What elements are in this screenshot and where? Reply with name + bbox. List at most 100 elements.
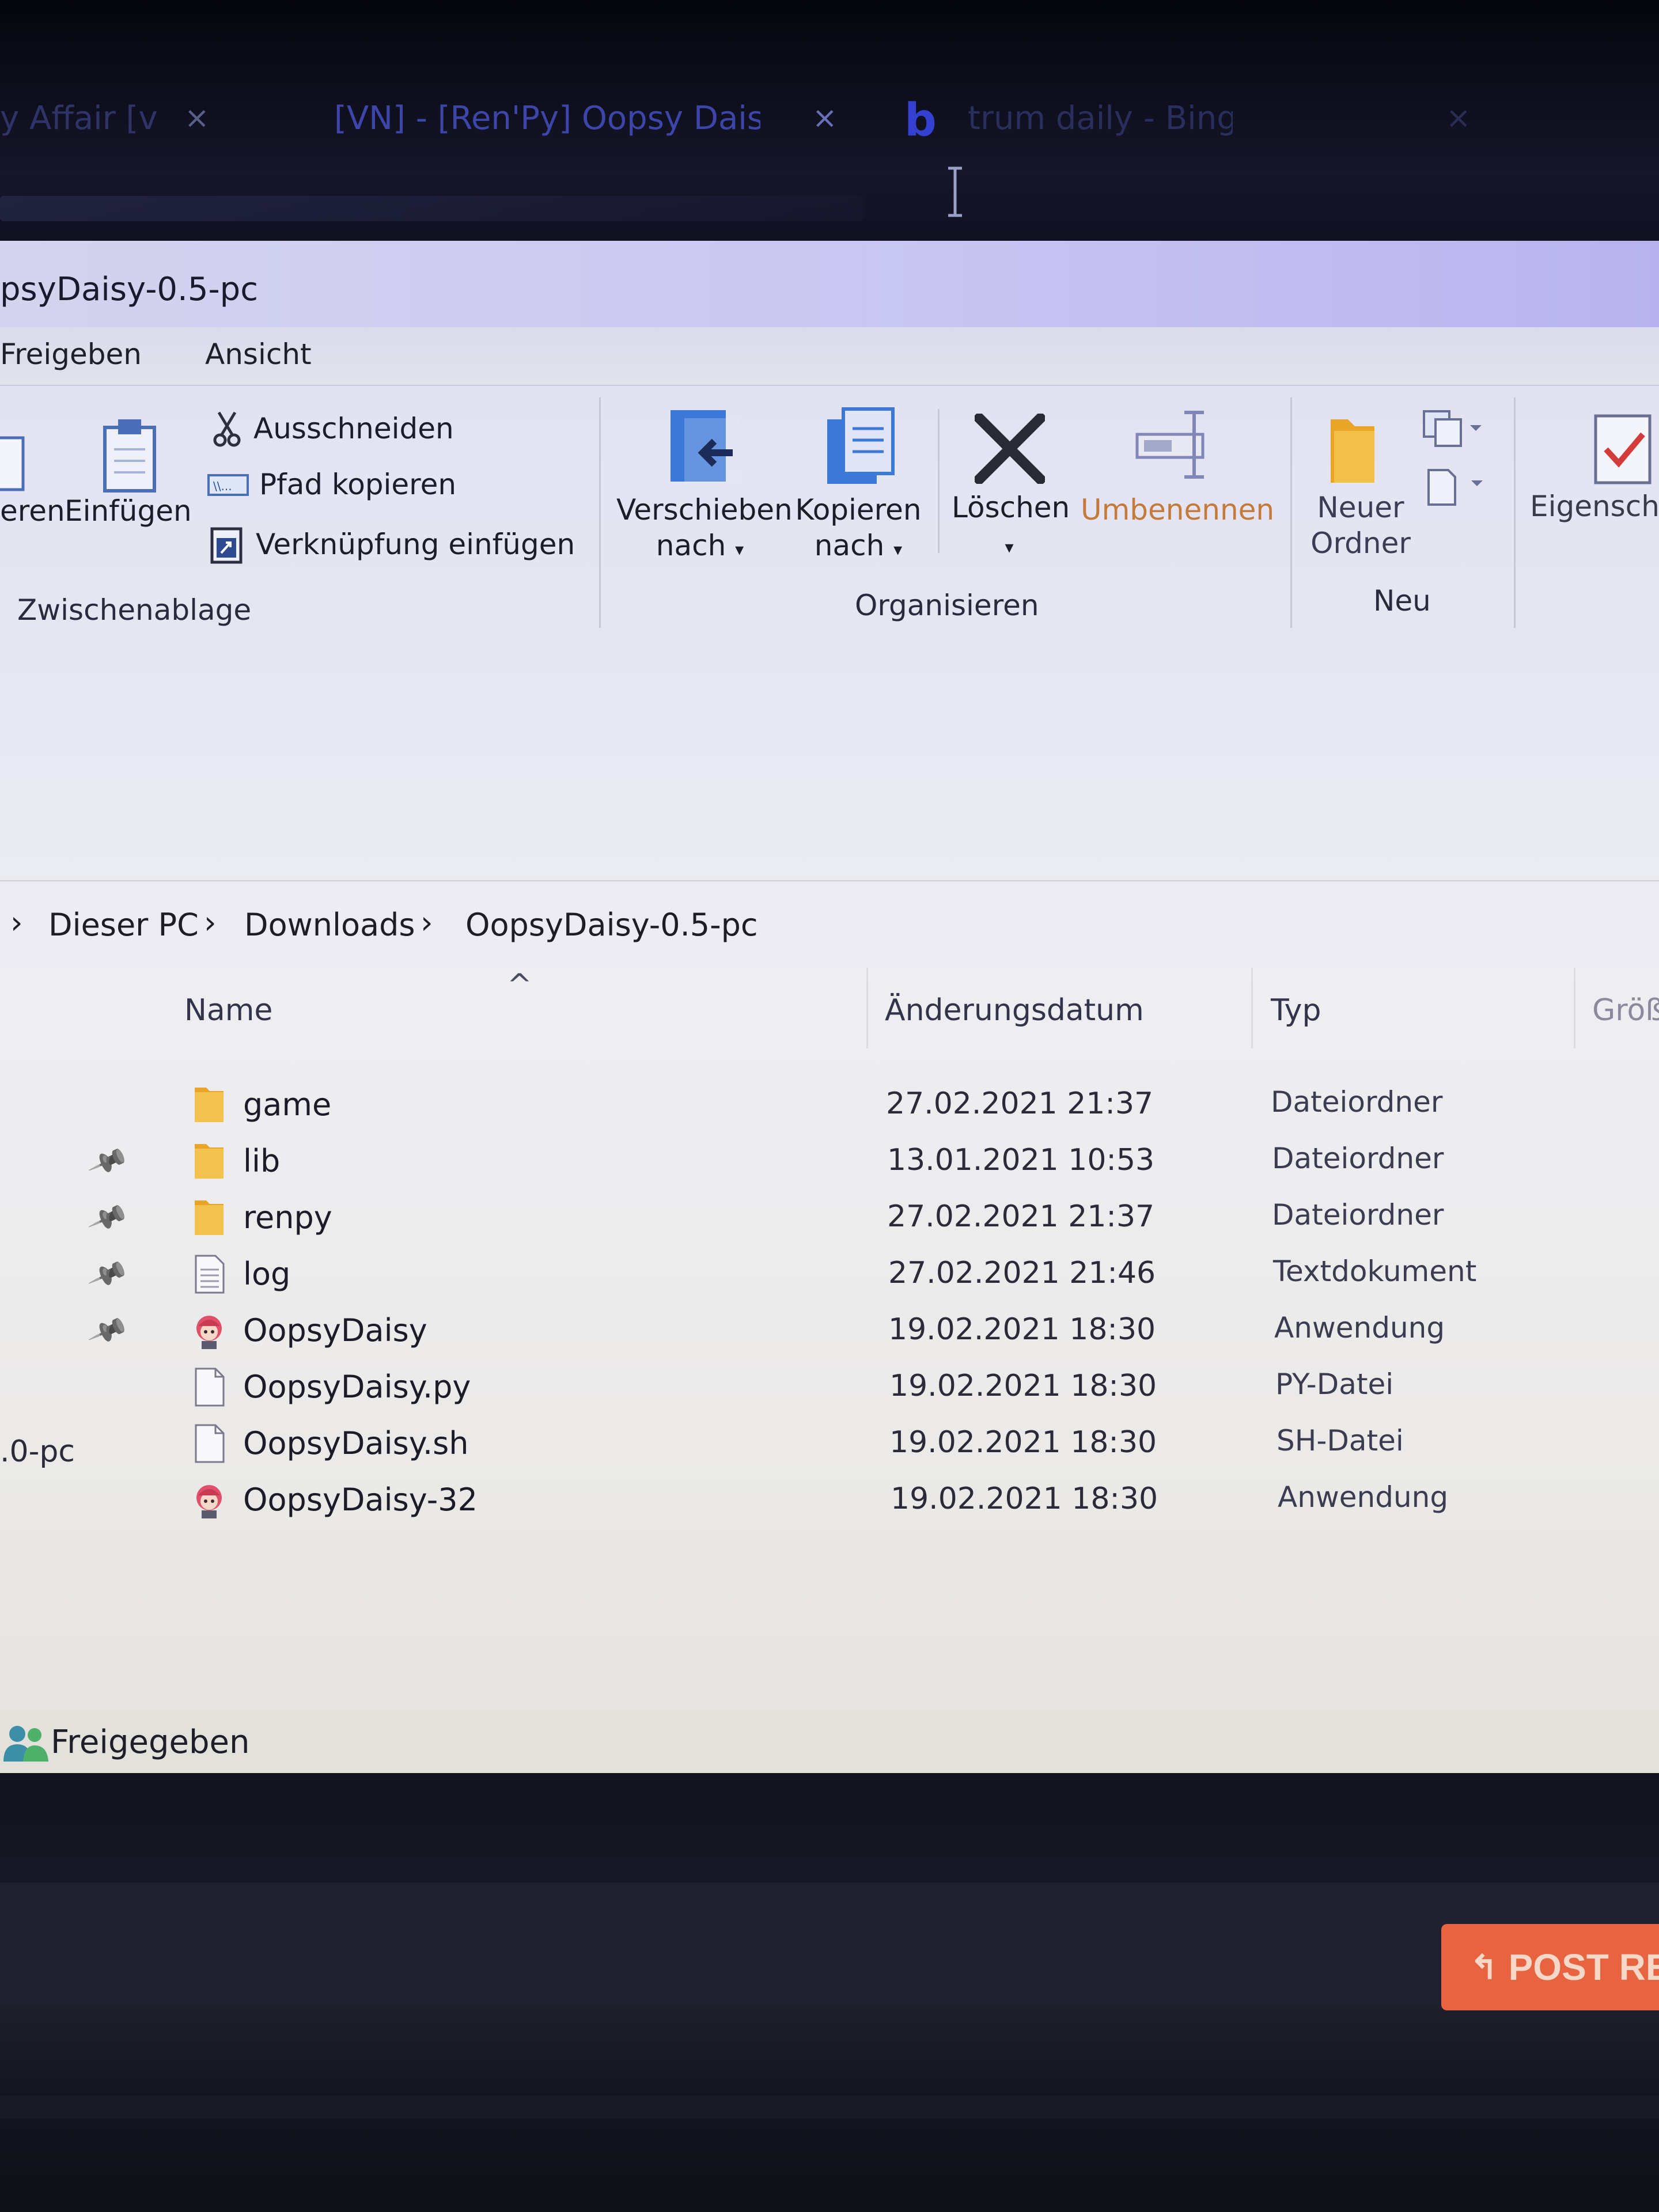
page-divider — [0, 2096, 1659, 2119]
text-cursor-icon — [948, 166, 962, 217]
tab-share[interactable]: Freigeben — [0, 338, 142, 371]
properties-icon[interactable] — [1591, 414, 1654, 485]
cut-button[interactable]: Ausschneiden — [211, 410, 454, 447]
file-row[interactable]: 📌 renpy 27.02.2021 21:37 Dateiordner — [0, 1191, 1659, 1247]
file-row[interactable]: game 27.02.2021 21:37 Dateiordner — [0, 1078, 1659, 1134]
file-type: Dateiordner — [1271, 1085, 1443, 1119]
easy-access-icon[interactable] — [1423, 464, 1486, 508]
file-name: renpy — [243, 1199, 332, 1236]
column-header-name[interactable]: Name — [184, 993, 272, 1028]
breadcrumb-current-folder[interactable]: OopsyDaisy-0.5-pc — [465, 907, 758, 943]
post-reply-label: POST RE — [1508, 1946, 1659, 1988]
people-icon — [3, 1726, 48, 1762]
column-header-date[interactable]: Änderungsdatum — [885, 993, 1144, 1028]
delete-x-icon[interactable] — [975, 414, 1045, 484]
paste-shortcut-button[interactable]: Verknüpfung einfügen — [209, 524, 575, 565]
file-row[interactable]: 📌 OopsyDaisy 19.02.2021 18:30 Anwendung — [0, 1304, 1659, 1359]
copy-path-button[interactable]: \\... Pfad kopieren — [207, 468, 456, 501]
paste-shortcut-label: Verknüpfung einfügen — [256, 528, 575, 561]
folder-icon — [191, 1197, 227, 1238]
pin-icon[interactable]: 📌 — [86, 1196, 130, 1239]
ribbon: eren Einfügen Ausschneiden \\... Pfad ko… — [0, 385, 1659, 876]
browser-tab-3[interactable]: b trum daily - Bing × — [904, 94, 1480, 146]
file-date: 27.02.2021 21:37 — [886, 1086, 1154, 1121]
browser-chrome: y Affair [v × [VN] - [Ren'Py] Oopsy Dais… — [0, 0, 1659, 242]
tab-close-icon[interactable]: × — [812, 101, 838, 135]
tab-close-icon[interactable]: × — [184, 101, 210, 135]
ribbon-separator — [599, 397, 601, 628]
blank-file-icon — [191, 1423, 227, 1464]
status-bar: Freigegeben — [0, 1710, 1659, 1773]
address-bar[interactable]: › Dieser PC › Downloads › OopsyDaisy-0.5… — [0, 880, 1659, 969]
forum-page: ↰ POST RE — [0, 1773, 1659, 2212]
post-reply-button[interactable]: ↰ POST RE — [1441, 1924, 1659, 2010]
svg-text:\\...: \\... — [213, 479, 232, 493]
browser-address-bar[interactable] — [0, 196, 864, 221]
file-row[interactable]: OopsyDaisy-32 19.02.2021 18:30 Anwendung — [0, 1474, 1659, 1529]
rename-icon[interactable] — [1135, 409, 1215, 480]
file-name: OopsyDaisy-32 — [243, 1482, 478, 1518]
sort-ascending-icon: ^ — [507, 968, 532, 1002]
new-folder-line2: Ordner — [1310, 527, 1411, 560]
window-title: psyDaisy-0.5-pc — [0, 271, 258, 308]
move-to-button[interactable]: Verschieben nach ▾ — [616, 492, 793, 568]
bing-icon: b — [904, 94, 937, 146]
breadcrumb-downloads[interactable]: Downloads — [244, 907, 415, 943]
file-row[interactable]: OopsyDaisy.sh 19.02.2021 18:30 SH-Datei — [0, 1417, 1659, 1472]
status-shared-label: Freigegeben — [51, 1724, 250, 1761]
reply-arrow-icon: ↰ — [1470, 1949, 1498, 1986]
pin-icon[interactable]: 📌 — [86, 1140, 130, 1183]
cut-label: Ausschneiden — [253, 412, 454, 445]
file-type: Anwendung — [1278, 1480, 1449, 1514]
pin-icon[interactable]: 📌 — [86, 1253, 130, 1296]
breadcrumb-this-pc[interactable]: Dieser PC — [48, 907, 199, 943]
browser-tab-1[interactable]: y Affair [v × — [0, 98, 219, 138]
group-label-clipboard: Zwischenablage — [17, 593, 252, 627]
file-type: Anwendung — [1274, 1311, 1445, 1344]
file-type: Textdokument — [1273, 1255, 1477, 1288]
new-item-icon[interactable] — [1422, 409, 1485, 448]
file-type: PY-Datei — [1275, 1368, 1394, 1401]
properties-button[interactable]: Eigenscha — [1530, 488, 1659, 524]
chevron-right-icon[interactable]: › — [204, 904, 217, 941]
copy-to-button[interactable]: Kopieren nach ▾ — [792, 492, 925, 568]
move-to-line2: nach — [656, 529, 726, 562]
column-divider[interactable] — [1251, 968, 1253, 1048]
file-row[interactable]: 📌 lib 13.01.2021 10:53 Dateiordner — [0, 1135, 1659, 1190]
delete-button[interactable]: Löschen ▾ — [952, 490, 1070, 566]
tab-title: [VN] - [Ren'Py] Oopsy Daisy [v — [334, 99, 760, 137]
file-name: lib — [243, 1143, 281, 1179]
new-folder-button[interactable]: Neuer Ordner — [1303, 490, 1418, 561]
file-name: OopsyDaisy — [243, 1312, 427, 1349]
column-divider[interactable] — [866, 968, 868, 1048]
copy-icon[interactable] — [0, 426, 29, 495]
column-divider[interactable] — [1574, 968, 1575, 1048]
tab-title: y Affair [v — [0, 99, 158, 137]
file-date: 13.01.2021 10:53 — [887, 1143, 1155, 1177]
title-bar: psyDaisy-0.5-pc — [0, 241, 1659, 327]
chevron-right-icon[interactable]: › — [421, 904, 433, 941]
file-row[interactable]: OopsyDaisy.py 19.02.2021 18:30 PY-Datei — [0, 1361, 1659, 1416]
browser-tab-2[interactable]: [VN] - [Ren'Py] Oopsy Daisy [v × — [334, 98, 853, 138]
column-header-size[interactable]: Größ — [1592, 993, 1659, 1028]
file-type: Dateiordner — [1272, 1142, 1444, 1175]
file-type: Dateiordner — [1272, 1198, 1444, 1232]
paste-button[interactable]: Einfügen — [65, 493, 192, 529]
new-folder-icon[interactable] — [1325, 415, 1380, 486]
move-to-icon[interactable] — [668, 409, 743, 484]
rename-button[interactable]: Umbenennen — [1081, 492, 1274, 528]
reply-bar — [0, 1883, 1659, 2003]
tab-view[interactable]: Ansicht — [205, 338, 312, 371]
tab-close-icon[interactable]: × — [1446, 101, 1471, 135]
column-header-type[interactable]: Typ — [1271, 993, 1321, 1028]
paste-icon[interactable] — [98, 415, 161, 495]
file-date: 19.02.2021 18:30 — [889, 1425, 1157, 1460]
folder-icon — [191, 1141, 227, 1182]
copy-button-label[interactable]: eren — [0, 493, 65, 529]
file-row[interactable]: 📌 log 27.02.2021 21:46 Textdokument — [0, 1248, 1659, 1303]
chevron-right-icon[interactable]: › — [10, 904, 23, 941]
move-to-line1: Verschieben — [616, 493, 793, 527]
pin-icon[interactable]: 📌 — [86, 1309, 130, 1352]
blank-file-icon — [191, 1366, 227, 1408]
copy-to-icon[interactable] — [825, 406, 900, 486]
